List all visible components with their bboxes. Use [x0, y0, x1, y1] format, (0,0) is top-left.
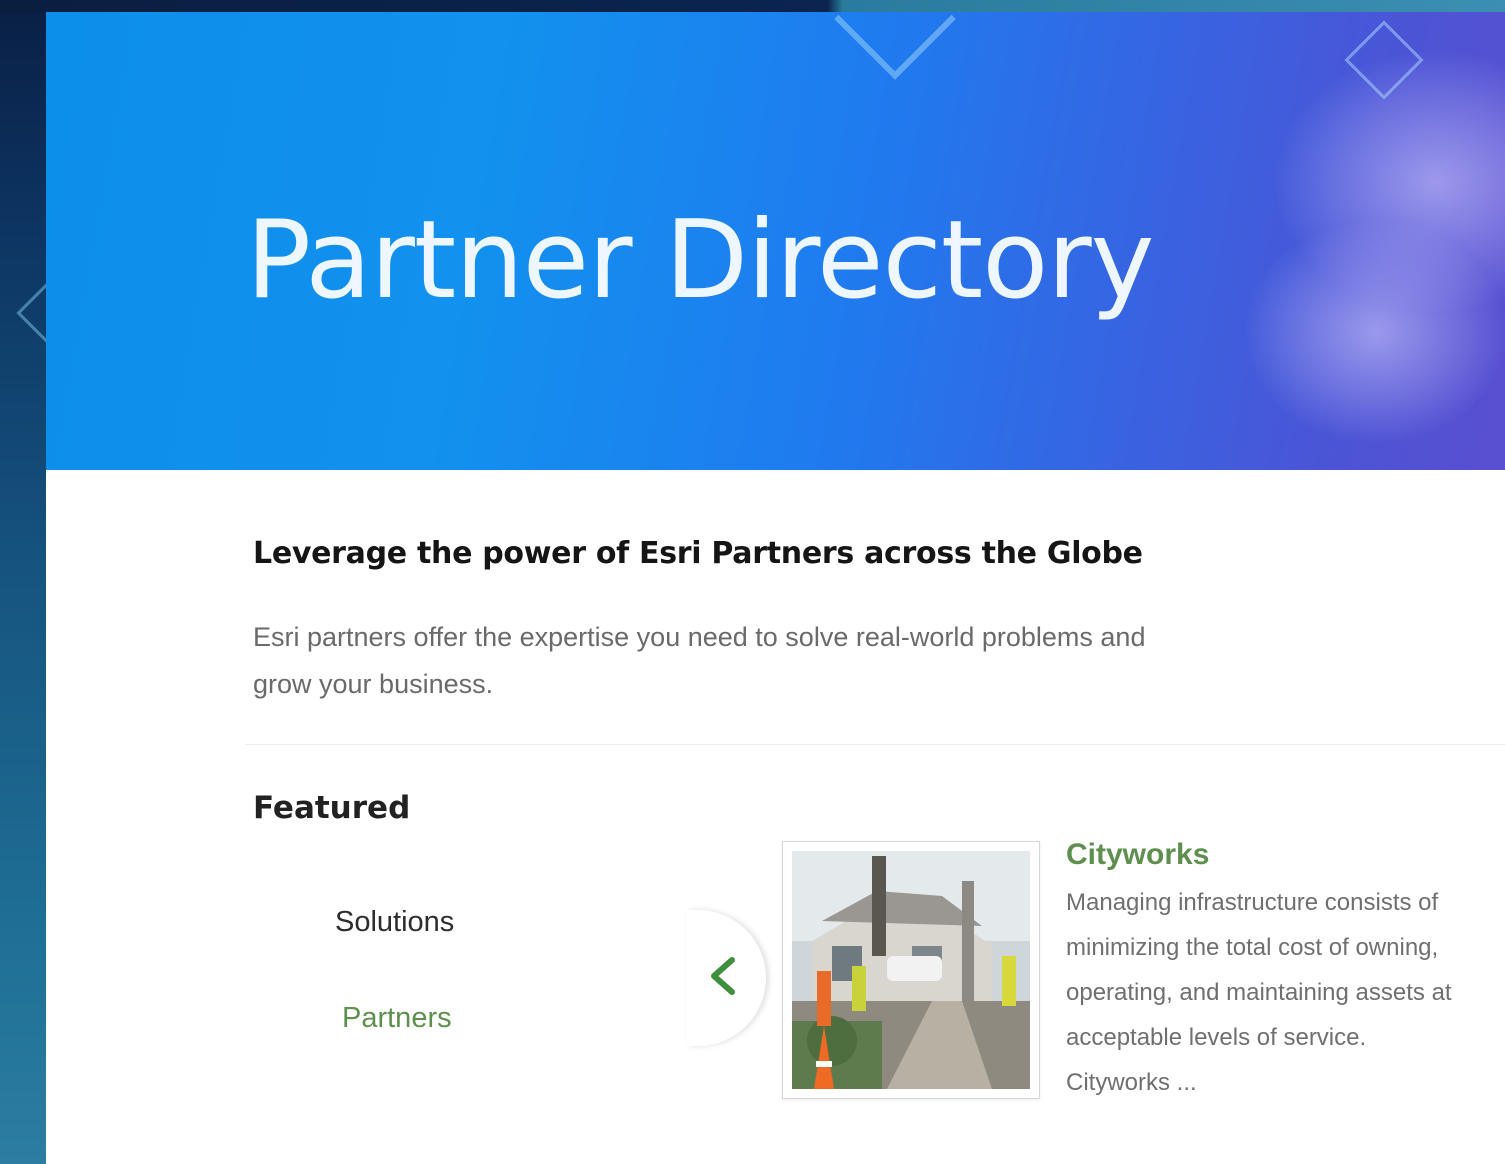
chevron-left-icon: [711, 957, 735, 995]
filter-solutions[interactable]: Solutions: [335, 906, 454, 939]
featured-item-title[interactable]: Cityworks: [1066, 838, 1209, 872]
carousel-prev-button[interactable]: [686, 910, 766, 1046]
chevron-decoration: [834, 12, 956, 80]
street-work-photo: [792, 851, 1030, 1089]
featured-heading: Featured: [253, 790, 411, 826]
partner-directory-card: Partner Directory Leverage the power of …: [46, 12, 1505, 1164]
page-title: Partner Directory: [246, 198, 1155, 323]
hero-banner: Partner Directory: [46, 12, 1505, 470]
section-divider: [246, 744, 1505, 745]
cloud-decoration: [1246, 222, 1505, 442]
featured-item-description: Managing infrastructure consists of mini…: [1066, 889, 1452, 1096]
intro-text: Esri partners offer the expertise you ne…: [253, 622, 1146, 699]
featured-item-image[interactable]: [782, 841, 1040, 1099]
filter-partners[interactable]: Partners: [342, 1002, 452, 1035]
background-left-panel: [0, 0, 46, 1164]
intro-heading: Leverage the power of Esri Partners acro…: [253, 536, 1143, 571]
